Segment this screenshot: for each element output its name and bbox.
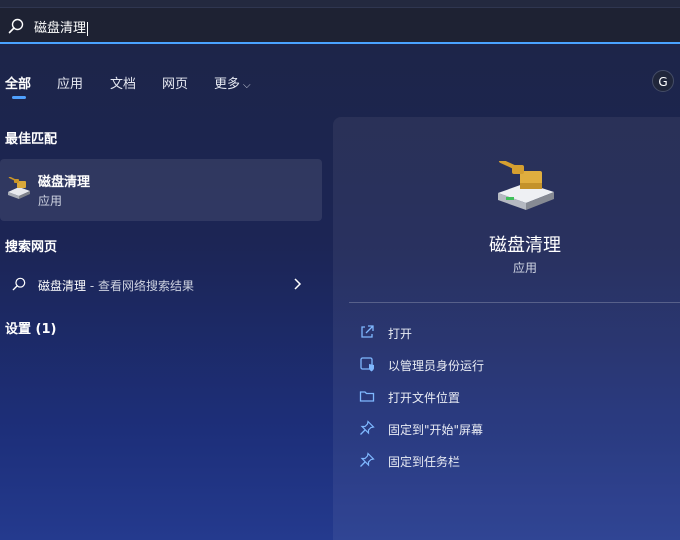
tab-more[interactable]: 更多 ⌵ bbox=[214, 73, 251, 92]
action-label: 固定到任务栏 bbox=[388, 455, 461, 469]
best-match-type: 应用 bbox=[38, 194, 63, 208]
folder-icon bbox=[359, 391, 375, 402]
tab-documents[interactable]: 文档 bbox=[110, 73, 136, 92]
disk-cleanup-icon bbox=[498, 161, 554, 210]
search-icon bbox=[8, 18, 24, 34]
open-external-icon bbox=[361, 325, 374, 338]
settings-heading: 设置 (1) bbox=[5, 322, 57, 337]
web-search-query: 磁盘清理 bbox=[38, 279, 87, 293]
web-search-heading: 搜索网页 bbox=[5, 240, 58, 255]
app-detail-panel: 磁盘清理 应用 打开 以管理员身份运行 打开文件位置 固定到"开始"屏幕 固定到… bbox=[333, 117, 680, 540]
chevron-down-icon: ⌵ bbox=[243, 80, 251, 91]
action-label: 固定到"开始"屏幕 bbox=[388, 423, 484, 437]
top-strip bbox=[0, 0, 680, 8]
shield-admin-icon bbox=[360, 357, 374, 372]
chevron-right-icon[interactable] bbox=[292, 277, 302, 291]
search-box[interactable]: 磁盘清理 bbox=[0, 8, 680, 44]
best-match-item[interactable]: 磁盘清理 应用 bbox=[0, 159, 322, 221]
web-search-item[interactable]: 磁盘清理 - 查看网络搜索结果 bbox=[0, 268, 322, 300]
action-run-as-admin[interactable]: 以管理员身份运行 bbox=[359, 353, 659, 375]
best-match-heading: 最佳匹配 bbox=[5, 132, 58, 147]
pin-icon bbox=[360, 452, 375, 467]
tab-all[interactable]: 全部 bbox=[5, 73, 31, 92]
search-icon bbox=[12, 277, 26, 291]
action-pin-to-taskbar[interactable]: 固定到任务栏 bbox=[359, 449, 659, 471]
action-label: 以管理员身份运行 bbox=[388, 359, 485, 373]
tab-more-label: 更多 bbox=[214, 77, 241, 92]
filter-tabs: 全部 应用 文档 网页 更多 ⌵ bbox=[0, 70, 680, 100]
action-label: 打开文件位置 bbox=[388, 391, 461, 405]
text-caret bbox=[87, 21, 89, 36]
action-open-file-location[interactable]: 打开文件位置 bbox=[359, 385, 659, 407]
tab-apps[interactable]: 应用 bbox=[57, 73, 83, 92]
action-open[interactable]: 打开 bbox=[359, 321, 659, 343]
app-type: 应用 bbox=[512, 261, 537, 275]
disk-cleanup-icon bbox=[8, 177, 30, 199]
divider bbox=[349, 302, 680, 303]
web-search-suffix: - 查看网络搜索结果 bbox=[86, 279, 194, 293]
avatar[interactable]: G bbox=[652, 70, 674, 92]
pin-icon bbox=[360, 420, 375, 435]
web-search-text: 磁盘清理 - 查看网络搜索结果 bbox=[38, 277, 194, 294]
app-title: 磁盘清理 bbox=[489, 235, 561, 256]
best-match-name: 磁盘清理 bbox=[38, 175, 91, 190]
tab-web[interactable]: 网页 bbox=[162, 73, 188, 92]
search-input[interactable]: 磁盘清理 bbox=[34, 17, 89, 36]
active-tab-indicator bbox=[12, 96, 26, 99]
action-pin-to-start[interactable]: 固定到"开始"屏幕 bbox=[359, 417, 659, 439]
action-label: 打开 bbox=[388, 327, 413, 341]
